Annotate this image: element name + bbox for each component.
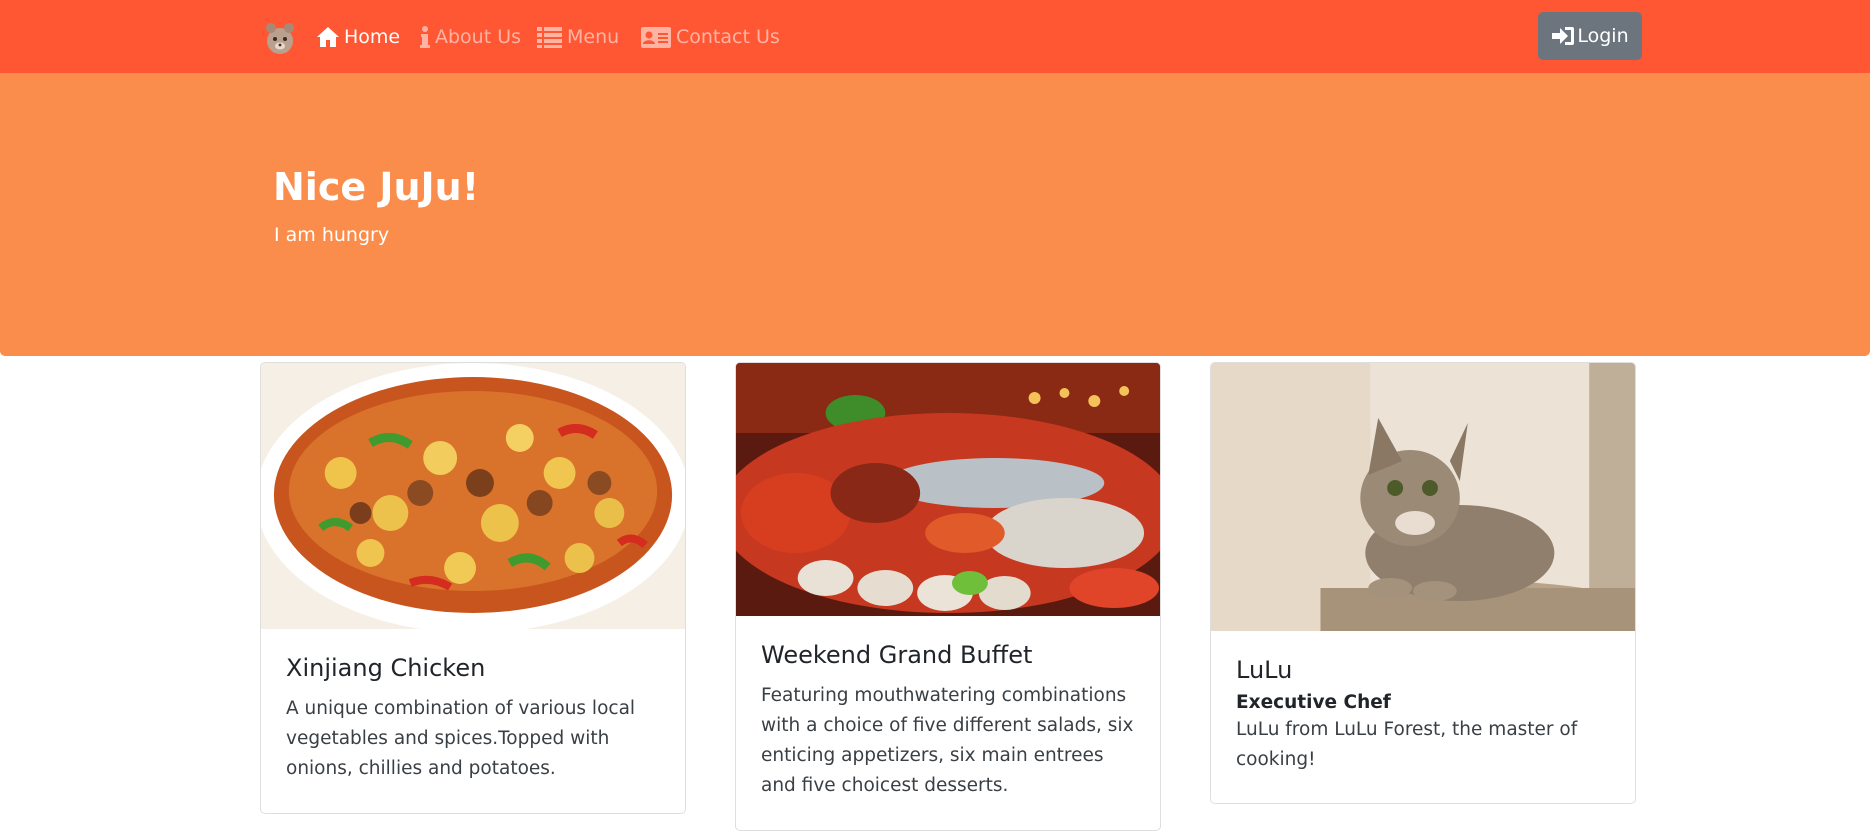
nav-home[interactable]: Home	[316, 23, 400, 51]
card-lulu: LuLu Executive Chef LuLu from LuLu Fores…	[1210, 362, 1636, 804]
seafood-buffet-photo	[736, 363, 1160, 616]
cat-photo	[1211, 363, 1635, 631]
card-title: Weekend Grand Buffet	[761, 641, 1033, 669]
card-title: LuLu	[1236, 656, 1293, 684]
nav-menu[interactable]: Menu	[536, 23, 619, 51]
info-icon	[420, 26, 430, 48]
nav-contact-us-label: Contact Us	[676, 26, 780, 48]
nav-menu-label: Menu	[567, 26, 620, 48]
card-body: Weekend Grand Buffet Featuring mouthwate…	[736, 641, 1160, 801]
nav-contact-us[interactable]: Contact Us	[640, 23, 780, 51]
bear-logo-icon[interactable]	[262, 19, 298, 57]
card-body: Xinjiang Chicken A unique combination of…	[261, 654, 685, 784]
card-weekend-grand-buffet: Weekend Grand Buffet Featuring mouthwate…	[735, 362, 1161, 831]
card-text: LuLu from LuLu Forest, the master of coo…	[1236, 719, 1578, 770]
hero-title: Nice JuJu!	[273, 165, 480, 209]
login-button[interactable]: Login	[1538, 12, 1642, 60]
hero-banner: Nice JuJu! I am hungry	[0, 73, 1870, 356]
login-label: Login	[1577, 25, 1629, 47]
card-subtitle: Executive Chef	[1236, 692, 1391, 713]
card-xinjiang-chicken: Xinjiang Chicken A unique combination of…	[260, 362, 686, 814]
card-text: A unique combination of various local ve…	[286, 698, 636, 779]
home-icon	[317, 27, 339, 47]
navbar: Home About Us Menu Contact Us Login	[0, 0, 1870, 73]
nav-home-label: Home	[344, 26, 401, 48]
sign-in-icon	[1552, 27, 1575, 45]
card-text: Featuring mouthwatering combinations wit…	[761, 685, 1134, 796]
list-icon	[537, 27, 562, 48]
nav-about-us[interactable]: About Us	[419, 23, 521, 51]
hero-subtitle: I am hungry	[274, 224, 390, 246]
card-title: Xinjiang Chicken	[286, 654, 486, 682]
nav-about-us-label: About Us	[435, 26, 522, 48]
chicken-dish-photo	[261, 363, 685, 629]
contact-card-icon	[641, 27, 671, 48]
card-body: LuLu Executive Chef LuLu from LuLu Fores…	[1211, 656, 1635, 775]
